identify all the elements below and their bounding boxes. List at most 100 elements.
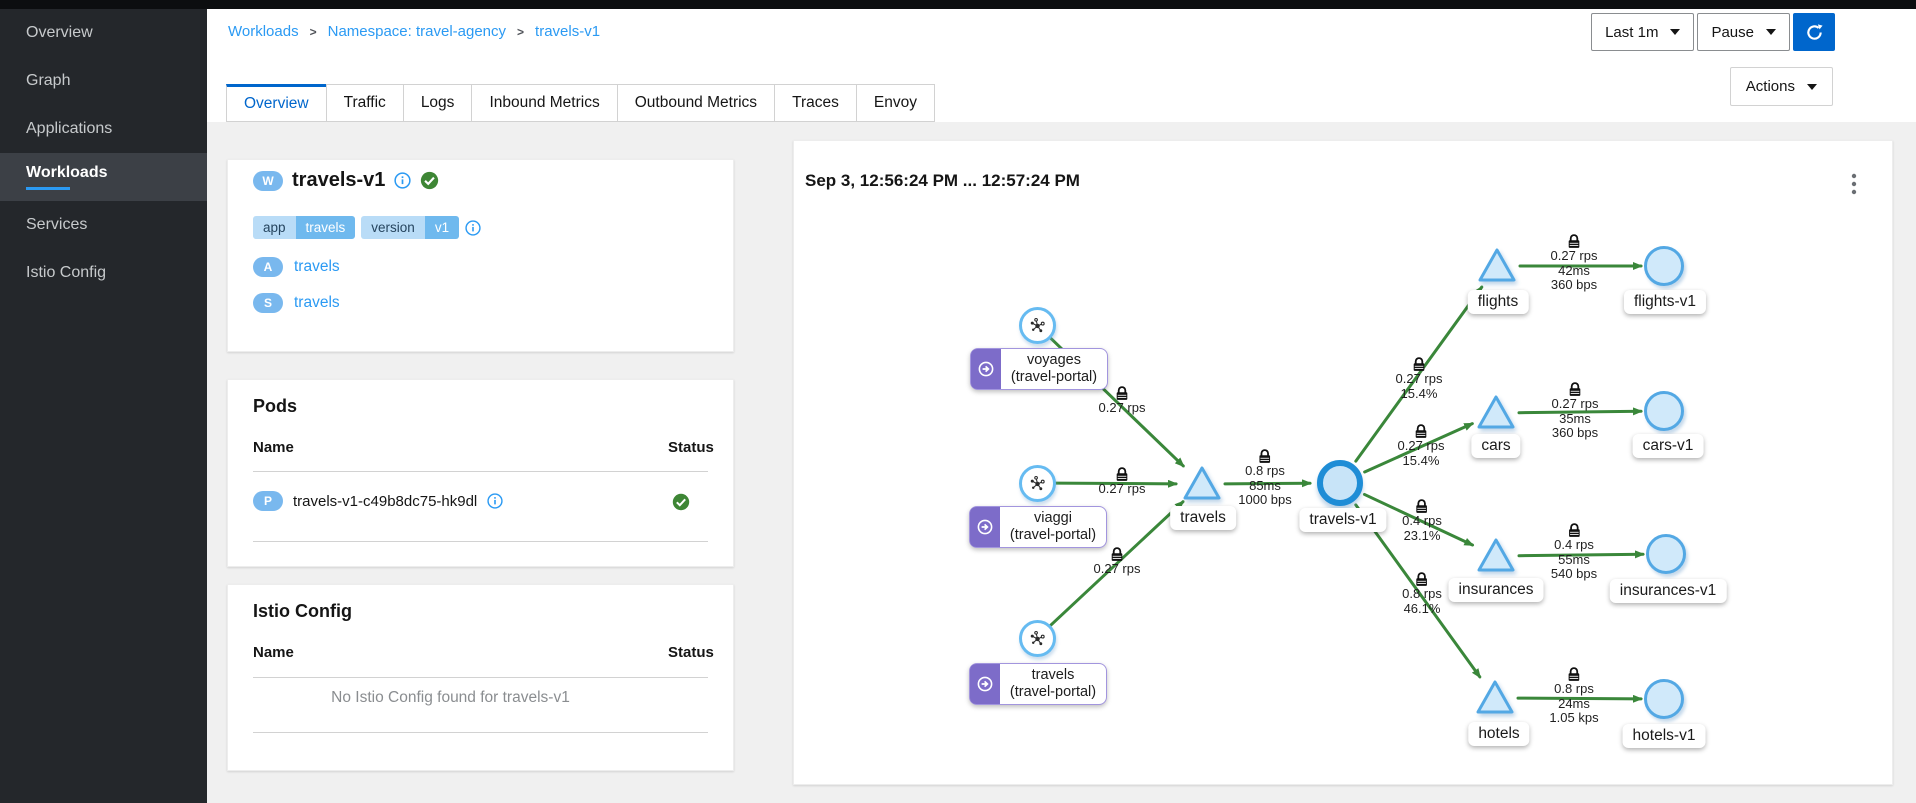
breadcrumb-link-travels-v1[interactable]: travels-v1: [535, 23, 600, 40]
node-label-hotels-v1[interactable]: hotels-v1: [1623, 724, 1706, 748]
app-group-icon: [970, 664, 1000, 704]
sidebar-nav: Overview Graph Applications Workloads Servic…: [0, 9, 207, 803]
node-travels-v1[interactable]: [1317, 460, 1363, 506]
tab-inbound-metrics[interactable]: Inbound Metrics: [471, 84, 617, 122]
node-label-viaggi[interactable]: viaggi(travel-portal): [969, 506, 1107, 548]
sidebar-item-istio-config[interactable]: Istio Config: [0, 249, 207, 297]
node-label-travels-portal[interactable]: travels(travel-portal): [969, 663, 1107, 705]
node-cars[interactable]: [1475, 393, 1517, 436]
info-icon[interactable]: [487, 493, 503, 509]
refresh-mode-dropdown[interactable]: Pause: [1697, 13, 1790, 51]
edge-label-line: 85ms: [1249, 479, 1281, 494]
mtls-lock-icon: [1110, 547, 1123, 562]
tab-traffic[interactable]: Traffic: [326, 84, 404, 122]
info-icon[interactable]: [394, 172, 411, 189]
node-sublabel-line: (travel-portal): [1011, 369, 1097, 386]
edge-label-line: 1000 bps: [1238, 493, 1292, 508]
edge-label-hotels-hotels-v1: 0.8 rps24ms1.05 kps: [1549, 667, 1598, 726]
tab-logs[interactable]: Logs: [403, 84, 473, 122]
node-label-hotels[interactable]: hotels: [1468, 722, 1529, 746]
istio-card-title: Istio Config: [253, 601, 352, 622]
duration-label: Last 1m: [1605, 24, 1658, 41]
app-link[interactable]: travels: [294, 258, 340, 276]
table-row[interactable]: Ptravels-v1-c49b8dc75-hk9dl: [228, 472, 733, 541]
node-flights-v1[interactable]: [1644, 246, 1684, 286]
node-flights[interactable]: [1476, 246, 1518, 289]
breadcrumb-link-namespace-travel-agency[interactable]: Namespace: travel-agency: [328, 23, 506, 40]
pods-col-name: Name: [253, 439, 294, 456]
node-label-flights[interactable]: flights: [1468, 290, 1529, 314]
label-value: travels: [296, 216, 356, 239]
node-label-text: viaggi(travel-portal): [1000, 507, 1106, 547]
edge-label-line: 1.05 kps: [1549, 711, 1598, 726]
node-label-line: viaggi: [1034, 510, 1072, 527]
sidebar-item-graph[interactable]: Graph: [0, 57, 207, 105]
node-travels[interactable]: [1181, 464, 1223, 507]
node-sublabel-line: (travel-portal): [1010, 527, 1096, 544]
tab-outbound-metrics[interactable]: Outbound Metrics: [617, 84, 775, 122]
pods-card: Pods Name Status Ptravels-v1-c49b8dc75-h…: [227, 379, 734, 567]
sidebar-item-applications[interactable]: Applications: [0, 105, 207, 153]
edge-label-travels-v1-insurances: 0.4 rps23.1%: [1402, 499, 1442, 543]
kebab-menu[interactable]: [1845, 171, 1863, 202]
node-label-travels-v1[interactable]: travels-v1: [1299, 508, 1386, 532]
edge-label-line: 0.27 rps: [1094, 562, 1141, 577]
node-label-cars[interactable]: cars: [1471, 434, 1520, 458]
node-hotels-v1[interactable]: [1644, 679, 1684, 719]
node-label-voyages[interactable]: voyages(travel-portal): [970, 348, 1108, 390]
tab-traces[interactable]: Traces: [774, 84, 857, 122]
node-cars-v1[interactable]: [1644, 391, 1684, 431]
mtls-lock-icon: [1259, 449, 1272, 464]
service-link-row: S travels: [253, 293, 340, 313]
sidebar-item-workloads[interactable]: Workloads: [0, 153, 207, 201]
sidebar-item-overview[interactable]: Overview: [0, 9, 207, 57]
breadcrumb-link-workloads[interactable]: Workloads: [228, 23, 299, 40]
caret-down-icon: [1766, 29, 1776, 35]
app-group-icon: [970, 507, 1000, 547]
node-voyages[interactable]: [1019, 307, 1056, 344]
edge-label-line: 0.4 rps: [1402, 514, 1442, 529]
node-sublabel-line: (travel-portal): [1010, 684, 1096, 701]
node-label-flights-v1[interactable]: flights-v1: [1624, 290, 1706, 314]
label-key: version: [361, 216, 425, 239]
service-link[interactable]: travels: [294, 294, 340, 312]
sidebar-item-services[interactable]: Services: [0, 201, 207, 249]
actions-dropdown[interactable]: Actions: [1730, 67, 1833, 106]
sidebar-item-label: Services: [26, 216, 207, 234]
label-value: v1: [425, 216, 459, 239]
node-travels-portal[interactable]: [1019, 620, 1056, 657]
edge-label-line: 360 bps: [1552, 426, 1598, 441]
node-viaggi[interactable]: [1019, 465, 1056, 502]
refresh-button[interactable]: [1793, 13, 1835, 51]
node-label-line: travels: [1032, 667, 1075, 684]
mtls-lock-icon: [1568, 667, 1581, 682]
edge-label-flights-flights-v1: 0.27 rps42ms360 bps: [1551, 234, 1598, 293]
duration-dropdown[interactable]: Last 1m: [1591, 13, 1694, 51]
breadcrumb: Workloads>Namespace: travel-agency>trave…: [228, 23, 600, 40]
tab-overview[interactable]: Overview: [226, 84, 327, 122]
node-label-travels[interactable]: travels: [1170, 506, 1236, 530]
service-badge: S: [253, 293, 283, 313]
node-label-cars-v1[interactable]: cars-v1: [1633, 434, 1704, 458]
sidebar-item-label: Applications: [26, 120, 207, 138]
info-icon[interactable]: [465, 220, 481, 236]
edge-label-line: 46.1%: [1404, 602, 1441, 617]
tab-envoy[interactable]: Envoy: [856, 84, 935, 122]
mtls-lock-icon: [1567, 234, 1580, 249]
node-hotels[interactable]: [1474, 678, 1516, 721]
label-key: app: [253, 216, 296, 239]
detail-tabs: OverviewTrafficLogsInbound MetricsOutbou…: [227, 84, 935, 122]
mtls-lock-icon: [1115, 467, 1128, 482]
edge-label-viaggi-travels: 0.27 rps: [1099, 467, 1146, 497]
node-label-insurances-v1[interactable]: insurances-v1: [1610, 579, 1727, 603]
sync-icon: [1806, 24, 1823, 41]
divider: [253, 541, 708, 542]
masthead-bar: [0, 0, 1916, 9]
graph-canvas[interactable]: 0.27 rps0.27 rps0.27 rps0.8 rps85ms1000 …: [794, 141, 1892, 784]
node-insurances[interactable]: [1475, 536, 1517, 579]
node-label-insurances[interactable]: insurances: [1449, 578, 1544, 602]
edge-label-line: 0.27 rps: [1396, 372, 1443, 387]
edge-label-travels-portal-travels: 0.27 rps: [1094, 547, 1141, 577]
node-insurances-v1[interactable]: [1646, 534, 1686, 574]
sidebar-item-label: Graph: [26, 72, 207, 90]
